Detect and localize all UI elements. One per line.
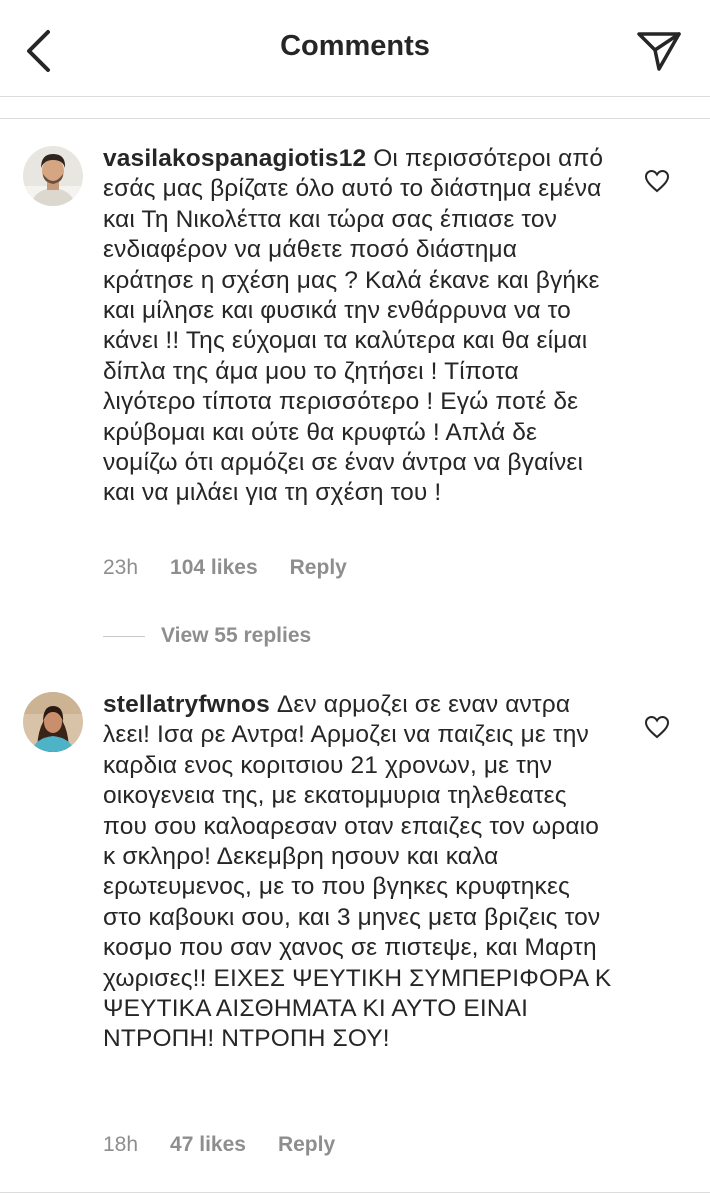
comment-content: Οι περισσότεροι από εσάς μας βρίζατε όλο… <box>103 145 604 507</box>
view-replies-button[interactable]: View 55 replies <box>103 624 311 648</box>
comment-text: stellatryfwnos Δεν αρμοζει σε εναν αντρα… <box>103 690 613 1055</box>
reply-button[interactable]: Reply <box>278 1133 335 1157</box>
comment-likes[interactable]: 47 likes <box>170 1133 246 1157</box>
heart-outline-icon <box>644 169 670 193</box>
reply-button[interactable]: Reply <box>290 556 347 580</box>
like-button[interactable] <box>640 712 674 742</box>
comment-text: vasilakospanagiotis12 Οι περισσότεροι απ… <box>103 144 613 509</box>
divider <box>0 118 710 119</box>
comment-likes[interactable]: 104 likes <box>170 556 258 580</box>
comment-content: Δεν αρμοζει σε εναν αντρα λεει! Ισα ρε Α… <box>103 691 612 1053</box>
comment-time: 18h <box>103 1133 139 1156</box>
avatar[interactable] <box>23 692 83 752</box>
comment-time: 23h <box>103 556 139 579</box>
paper-plane-icon <box>637 32 681 71</box>
heart-outline-icon <box>644 715 670 739</box>
comment-meta: 18h 47 likes Reply <box>103 1133 335 1157</box>
share-button[interactable] <box>634 28 684 74</box>
header-bar: Comments <box>0 0 710 97</box>
page-title: Comments <box>280 30 430 62</box>
like-button[interactable] <box>640 166 674 196</box>
divider <box>0 1192 710 1193</box>
comment-username[interactable]: stellatryfwnos <box>103 691 270 718</box>
replies-divider <box>103 635 145 637</box>
view-replies-label: View 55 replies <box>161 624 312 647</box>
comment-meta: 23h 104 likes Reply <box>103 556 347 580</box>
comment-username[interactable]: vasilakospanagiotis12 <box>103 145 366 172</box>
avatar[interactable] <box>23 146 83 206</box>
